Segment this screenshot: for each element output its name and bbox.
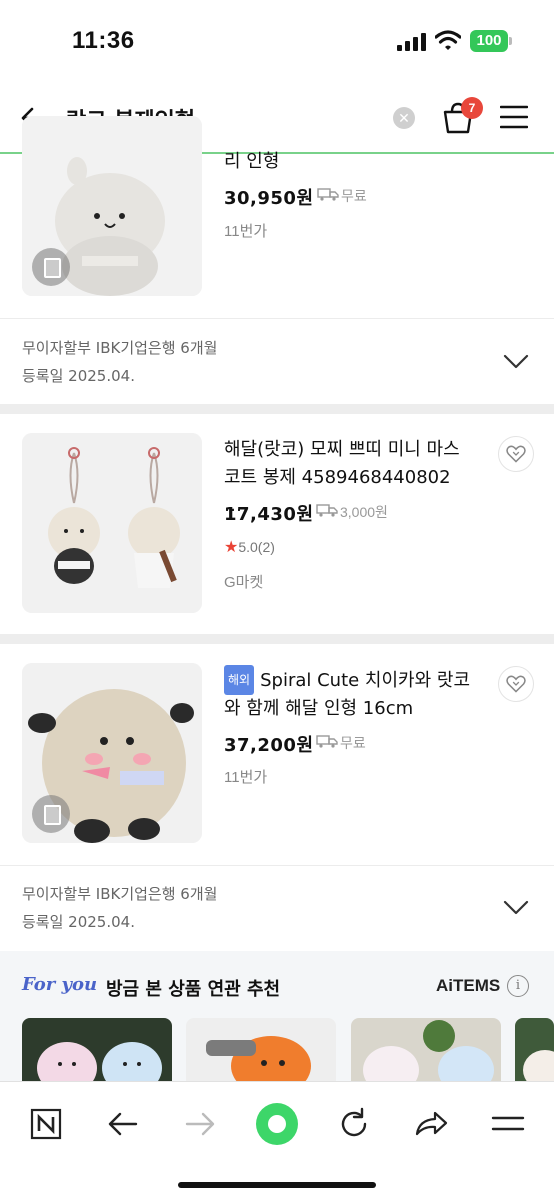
foryou-brand: For you	[22, 974, 98, 995]
battery-indicator: 100	[470, 30, 508, 52]
truck-icon	[316, 504, 338, 517]
product-price: 30,950원	[224, 188, 314, 209]
nav-forward-icon[interactable]	[178, 1102, 222, 1146]
shipping-fee: 3,000원	[340, 504, 388, 520]
installment-info: 무이자할부 IBK기업은행 6개월 등록일 2025.04.	[22, 880, 217, 936]
recommendation-section: For you 방금 본 상품 연관 추천 AiTEMS i	[0, 951, 554, 1082]
rating-value: 5.0(2)	[238, 539, 275, 555]
home-indicator	[178, 1182, 376, 1188]
shipping-fee: 무료	[341, 188, 367, 204]
menu-icon[interactable]	[500, 105, 528, 129]
installment-text: 무이자할부 IBK기업은행 6개월	[22, 339, 218, 357]
wifi-icon	[435, 30, 461, 50]
cart-count-badge: 7	[461, 97, 483, 119]
product-title[interactable]: 리 인형	[224, 148, 474, 176]
product-card[interactable]: 해외 Spiral Cute 치이카와 랏코와 함께 해달 인형 16cm 37,…	[0, 644, 554, 954]
shipping-fee: 무료	[340, 735, 366, 751]
rec-image	[186, 1018, 336, 1082]
truck-icon	[316, 735, 338, 748]
info-icon[interactable]: i	[507, 975, 529, 997]
registered-date: 등록일 2025.04.	[22, 367, 135, 385]
signal-icon	[397, 33, 426, 51]
chevron-down-icon[interactable]	[503, 900, 529, 916]
clear-icon[interactable]: ✕	[393, 107, 415, 129]
refresh-icon[interactable]	[332, 1102, 376, 1146]
product-card[interactable]: 리 인형 30,950원 무료 11번가 무이자할부 IBK기업은행 6개월 등…	[0, 116, 554, 406]
overseas-tag: 해외	[224, 665, 255, 695]
share-icon[interactable]	[409, 1102, 453, 1146]
n-logo-icon[interactable]	[24, 1102, 68, 1146]
foryou-title: 방금 본 상품 연관 추천	[106, 979, 281, 1000]
status-bar: 11:36 100	[0, 0, 554, 80]
aitems-label: AiTEMS	[436, 976, 501, 995]
truck-icon	[317, 188, 339, 201]
star-icon: ★	[224, 539, 239, 556]
nav-back-icon[interactable]	[101, 1102, 145, 1146]
heart-icon[interactable]	[498, 436, 534, 472]
installment-info: 무이자할부 IBK기업은행 6개월 등록일 2025.04.	[22, 334, 217, 390]
status-time: 11:36	[72, 27, 135, 54]
installment-text: 무이자할부 IBK기업은행 6개월	[22, 885, 218, 903]
product-title[interactable]: 해외 Spiral Cute 치이카와 랏코와 함께 해달 인형 16cm	[224, 665, 474, 723]
seller-name: 11번가	[224, 769, 268, 786]
product-card[interactable]: 해달(랏코) 모찌 쁘띠 미니 마스코트 봉제 4589468440802 … …	[0, 414, 554, 634]
seller-name: 11번가	[224, 223, 268, 240]
recommended-item[interactable]	[351, 1018, 501, 1082]
recommended-item[interactable]	[186, 1018, 336, 1082]
product-price: 37,200원	[224, 735, 314, 756]
battery-tip	[509, 37, 512, 45]
seller-name: G마켓	[224, 574, 264, 591]
product-image[interactable]	[22, 433, 202, 613]
recommended-item[interactable]	[22, 1018, 172, 1082]
registered-date: 등록일 2025.04.	[22, 913, 135, 931]
section-separator	[0, 404, 554, 414]
product-price: 17,430원	[224, 504, 314, 525]
divider	[0, 865, 554, 866]
hamburger-icon[interactable]	[486, 1102, 530, 1146]
product-image[interactable]	[22, 116, 202, 296]
plush-image	[22, 433, 202, 613]
copy-icon[interactable]	[32, 795, 70, 833]
recommended-item[interactable]	[515, 1018, 554, 1082]
rec-image	[515, 1018, 554, 1082]
chevron-down-icon[interactable]	[503, 354, 529, 370]
rec-image	[22, 1018, 172, 1082]
rating: ★5.0(2)	[224, 537, 275, 557]
rec-image	[351, 1018, 501, 1082]
copy-icon[interactable]	[32, 248, 70, 286]
product-title-text[interactable]: Spiral Cute 치이카와 랏코와 함께 해달 인형 16cm	[224, 670, 470, 719]
divider	[0, 318, 554, 319]
heart-icon[interactable]	[498, 666, 534, 702]
product-image[interactable]	[22, 663, 202, 843]
home-icon[interactable]	[255, 1102, 299, 1146]
section-separator	[0, 634, 554, 644]
